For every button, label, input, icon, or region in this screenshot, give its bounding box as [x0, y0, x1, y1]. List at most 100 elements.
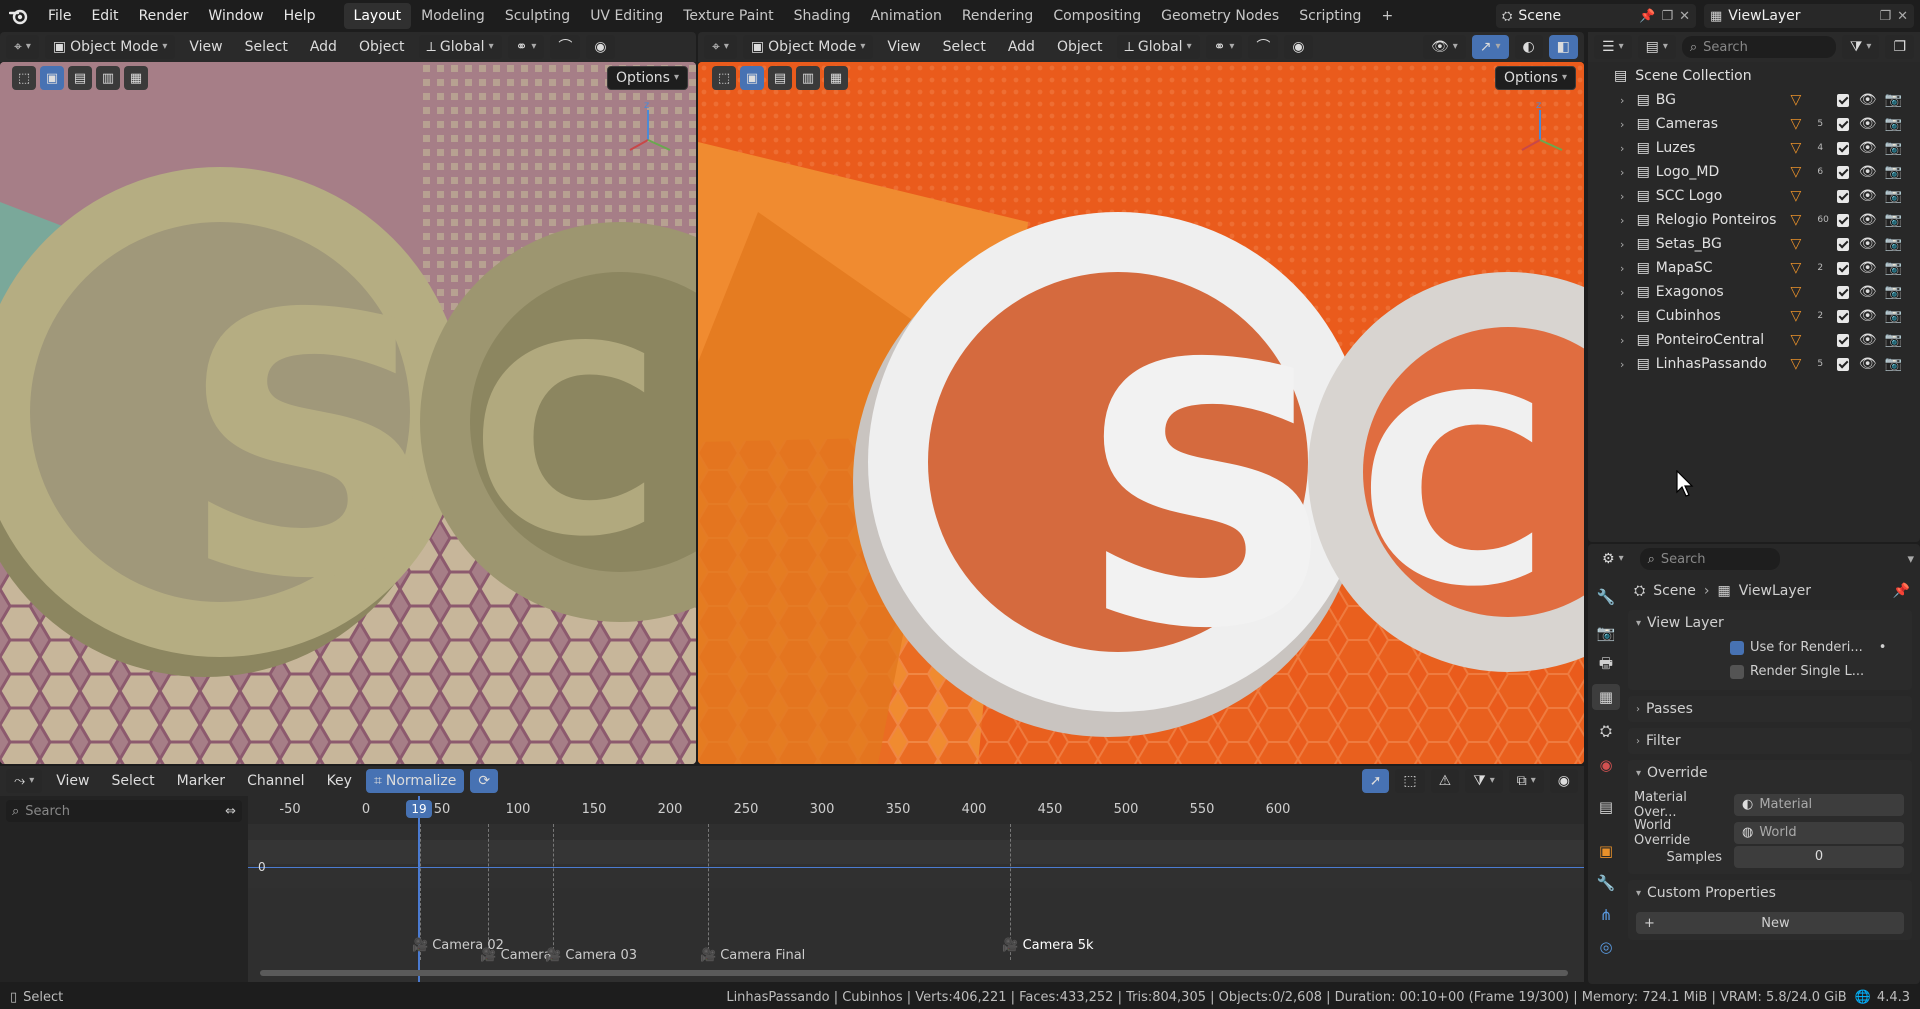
- tab-uv-editing[interactable]: UV Editing: [580, 3, 673, 29]
- tab-geometry-nodes[interactable]: Geometry Nodes: [1151, 3, 1289, 29]
- shading-icon[interactable]: ◧: [1548, 35, 1578, 59]
- menu-help[interactable]: Help: [274, 0, 326, 32]
- camera-render-icon[interactable]: 📷: [1885, 236, 1902, 252]
- outliner-search[interactable]: ⌕ Search: [1681, 36, 1836, 58]
- exclude-checkbox[interactable]: [1837, 285, 1849, 299]
- filter-icon[interactable]: ⧩ ▾: [1465, 769, 1503, 793]
- outliner-row[interactable]: › ▤ Setas_BG ▽ 👁 📷: [1588, 232, 1908, 256]
- add-workspace-icon[interactable]: +: [1371, 3, 1403, 29]
- passes-panel[interactable]: › Passes: [1628, 696, 1912, 722]
- camera-render-icon[interactable]: 📷: [1885, 284, 1902, 300]
- exclude-checkbox[interactable]: [1837, 117, 1849, 131]
- scene-selector[interactable]: ⛭ Scene 📌 ❐ ✕: [1496, 4, 1696, 28]
- orientation-dropdown[interactable]: ⟂ Global ▾: [1116, 35, 1200, 59]
- view-layer-section-header[interactable]: ▾ View Layer: [1628, 610, 1912, 636]
- eye-icon[interactable]: 👁: [1859, 284, 1877, 300]
- globe-icon[interactable]: 🌐: [1855, 990, 1871, 1005]
- camera-render-icon[interactable]: 📷: [1885, 140, 1902, 156]
- camera-render-icon[interactable]: 📷: [1885, 116, 1902, 132]
- proportional-edit-icon[interactable]: ◉: [1284, 35, 1313, 59]
- snap-icon[interactable]: ⌒: [1248, 35, 1279, 59]
- scene-tab-icon[interactable]: ⛭: [1592, 718, 1620, 744]
- eye-icon[interactable]: 👁: [1859, 356, 1877, 372]
- exclude-checkbox[interactable]: [1837, 189, 1849, 203]
- use-for-rendering-checkbox[interactable]: [1730, 640, 1744, 655]
- expand-chevron-icon[interactable]: ›: [1620, 214, 1633, 227]
- tab-texture-paint[interactable]: Texture Paint: [673, 3, 783, 29]
- menu-marker[interactable]: Marker: [169, 769, 233, 793]
- new-view-layer-icon[interactable]: ❐: [1879, 9, 1891, 24]
- gizmo-icon[interactable]: ↗ ▾: [1471, 35, 1509, 59]
- tab-shading[interactable]: Shading: [784, 3, 861, 29]
- eye-icon[interactable]: 👁: [1859, 260, 1877, 276]
- object-mode-dropdown[interactable]: ▣ Object Mode ▾: [742, 35, 874, 59]
- timeline-marker[interactable]: 🎥 Camera 5k: [1002, 938, 1093, 953]
- eye-icon[interactable]: 👁: [1859, 92, 1877, 108]
- menu-file[interactable]: File: [38, 0, 81, 32]
- frame-ruler[interactable]: -50 0 50 100 150 200 250 300 350 400 450 500 550 600: [248, 796, 1584, 824]
- render-single-checkbox[interactable]: [1730, 664, 1744, 679]
- camera-render-icon[interactable]: 📷: [1885, 260, 1902, 276]
- expand-chevron-icon[interactable]: ›: [1620, 358, 1633, 371]
- editor-type-icon[interactable]: ☰ ▾: [1594, 35, 1632, 59]
- snapping-icon[interactable]: ⧉ ▾: [1508, 769, 1544, 793]
- outliner-row[interactable]: › ▤ Relogio Ponteiros ▽ 60 👁 📷: [1588, 208, 1908, 232]
- tab-sculpting[interactable]: Sculpting: [495, 3, 580, 29]
- menu-select[interactable]: Select: [935, 35, 994, 59]
- outliner-row[interactable]: › ▤ Cubinhos ▽ 2 👁 📷: [1588, 304, 1908, 328]
- physics-tab-icon[interactable]: ◎: [1592, 934, 1620, 960]
- snap-icon[interactable]: ⌒: [550, 35, 581, 59]
- menu-view[interactable]: View: [181, 35, 230, 59]
- eye-icon[interactable]: 👁: [1859, 212, 1877, 228]
- menu-edit[interactable]: Edit: [81, 0, 128, 32]
- mode-intersect-icon[interactable]: ▦: [824, 66, 848, 90]
- exclude-checkbox[interactable]: [1837, 141, 1849, 155]
- horizontal-scrollbar[interactable]: [260, 970, 1568, 976]
- filter-panel[interactable]: › Filter: [1628, 728, 1912, 754]
- menu-view[interactable]: View: [879, 35, 928, 59]
- normalize-toggle[interactable]: ⌗ Normalize: [365, 769, 465, 793]
- expand-chevron-icon[interactable]: ›: [1620, 94, 1633, 107]
- expand-chevron-icon[interactable]: ›: [1620, 310, 1633, 323]
- exclude-checkbox[interactable]: [1837, 93, 1849, 107]
- menu-select[interactable]: Select: [103, 769, 162, 793]
- tab-modeling[interactable]: Modeling: [411, 3, 495, 29]
- exclude-checkbox[interactable]: [1837, 165, 1849, 179]
- timeline-marker[interactable]: 🎥 Camera: [480, 948, 551, 963]
- camera-render-icon[interactable]: 📷: [1885, 92, 1902, 108]
- exclude-checkbox[interactable]: [1837, 237, 1849, 251]
- keyframe-dot-icon[interactable]: •: [1879, 640, 1887, 655]
- delete-view-layer-icon[interactable]: ✕: [1897, 9, 1908, 24]
- outliner-row[interactable]: › ▤ PonteiroCentral ▽ 👁 📷: [1588, 328, 1908, 352]
- properties-search[interactable]: ⌕ Search: [1639, 548, 1780, 570]
- camera-render-icon[interactable]: 📷: [1885, 356, 1902, 372]
- eye-icon[interactable]: 👁: [1859, 188, 1877, 204]
- right-viewport[interactable]: S C ⬚ ▣ ▤ ▥ ▦ Options ▾ z: [698, 62, 1584, 764]
- expand-chevron-icon[interactable]: ›: [1620, 190, 1633, 203]
- mode-intersect-icon[interactable]: ▦: [124, 66, 148, 90]
- tool-tab-icon[interactable]: 🔧: [1592, 584, 1620, 610]
- options-dropdown[interactable]: Options ▾: [606, 66, 688, 90]
- current-frame-badge[interactable]: 19: [406, 800, 432, 818]
- orientation-dropdown[interactable]: ⟂ Global ▾: [418, 35, 502, 59]
- outliner-row[interactable]: › ▤ LinhasPassando ▽ 5 👁 📷: [1588, 352, 1908, 376]
- new-scene-icon[interactable]: ❐: [1661, 9, 1673, 24]
- menu-channel[interactable]: Channel: [239, 769, 312, 793]
- timeline-marker[interactable]: 🎥 Camera 03: [545, 948, 637, 963]
- select-box-tool[interactable]: ⬚ ▣ ▤ ▥ ▦: [712, 66, 848, 90]
- eye-icon[interactable]: 👁: [1859, 116, 1877, 132]
- mode-extend-icon[interactable]: ▤: [68, 66, 92, 90]
- menu-select[interactable]: Select: [237, 35, 296, 59]
- camera-render-icon[interactable]: 📷: [1885, 164, 1902, 180]
- tab-layout[interactable]: Layout: [343, 3, 412, 29]
- modifier-tab-icon[interactable]: 🔧: [1592, 870, 1620, 896]
- tab-scripting[interactable]: Scripting: [1289, 3, 1371, 29]
- navigation-gizmo[interactable]: z: [1510, 98, 1570, 158]
- render-tab-icon[interactable]: 📷: [1592, 620, 1620, 646]
- samples-field[interactable]: 0: [1734, 846, 1904, 868]
- mode-new-icon[interactable]: ▣: [40, 66, 64, 90]
- object-mode-dropdown[interactable]: ▣ Object Mode ▾: [44, 35, 176, 59]
- camera-render-icon[interactable]: 📷: [1885, 188, 1902, 204]
- editor-type-icon[interactable]: ⌖ ▾: [704, 35, 737, 59]
- refresh-icon[interactable]: ⟳: [470, 769, 499, 793]
